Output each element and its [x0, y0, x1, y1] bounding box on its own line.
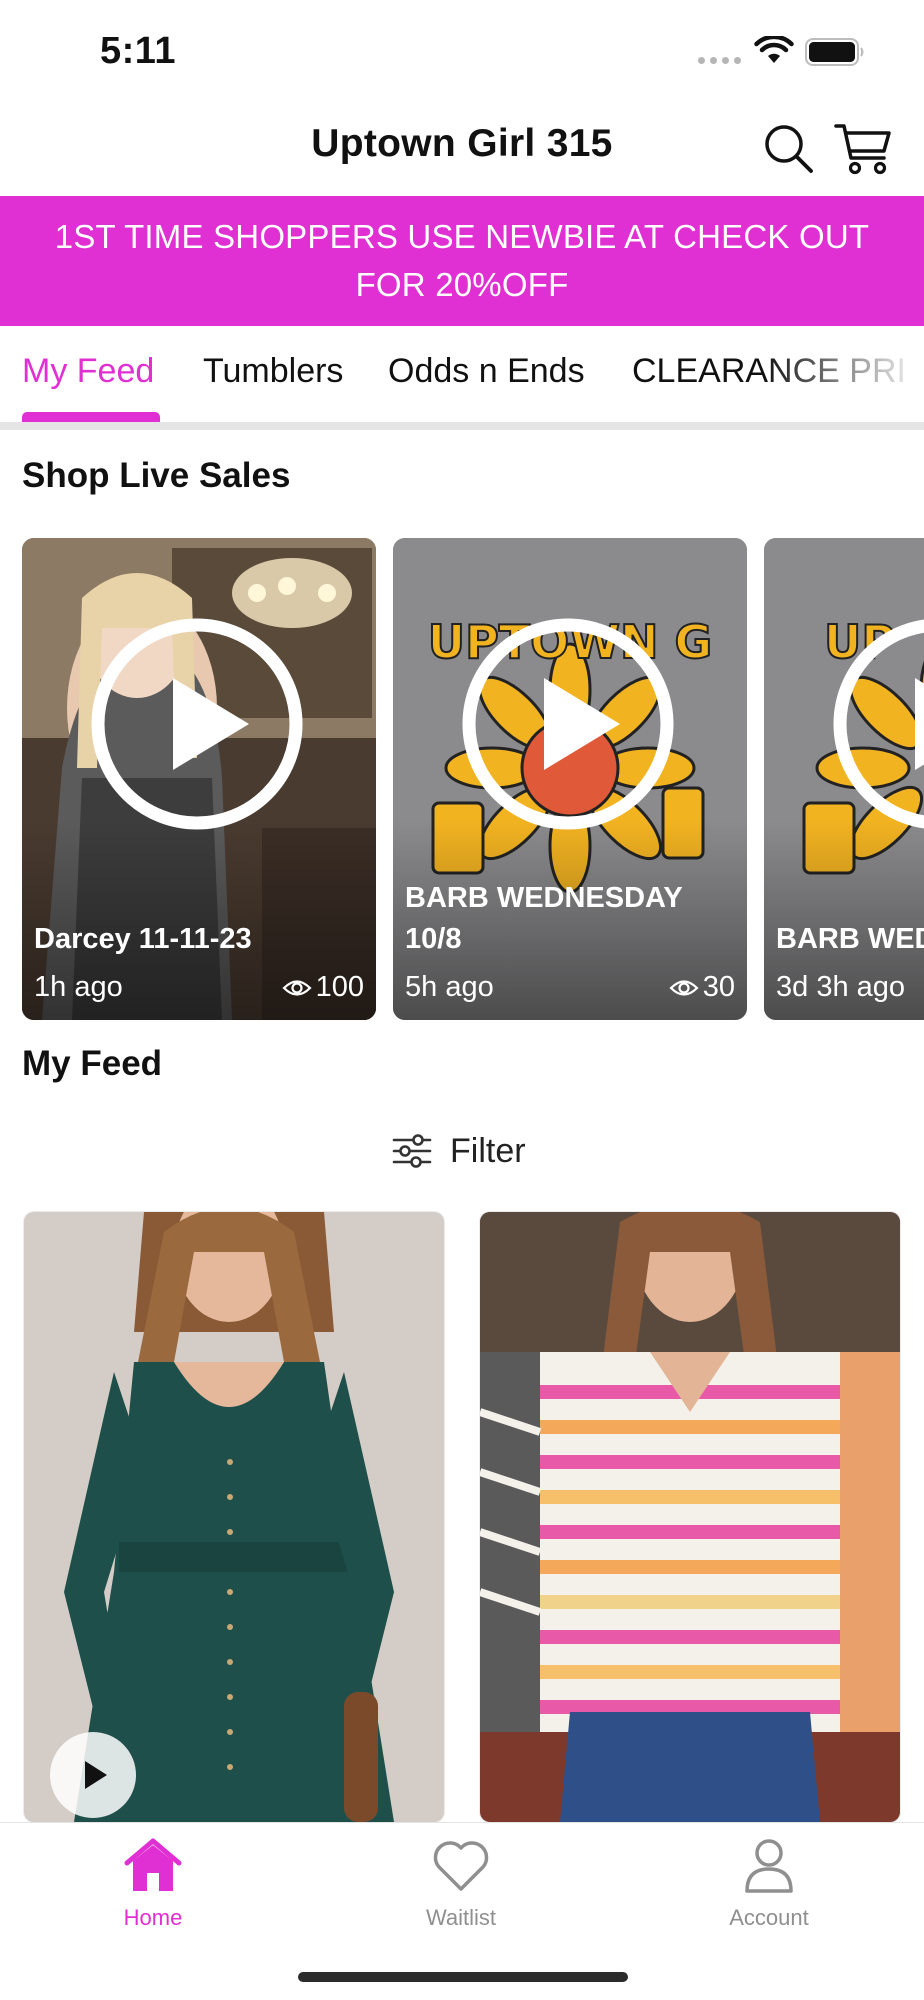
- live-sale-time: 3d 3h ago: [776, 971, 906, 1003]
- play-icon: [85, 1761, 107, 1789]
- live-sale-card[interactable]: UP BARB WEDNESDAY 10/8 3d 3h ago: [764, 538, 924, 1020]
- live-sale-time: 1h ago: [34, 971, 123, 1003]
- sliders-icon: [392, 1134, 432, 1168]
- cart-icon[interactable]: [834, 120, 892, 176]
- live-sale-views: 30: [669, 971, 735, 1004]
- heart-icon: [433, 1841, 489, 1891]
- filter-label: Filter: [450, 1131, 526, 1170]
- person-icon: [745, 1839, 793, 1893]
- promo-banner[interactable]: 1ST TIME SHOPPERS USE NEWBIE AT CHECK OU…: [0, 196, 924, 326]
- promo-text: 1ST TIME SHOPPERS USE NEWBIE AT CHECK OU…: [54, 218, 870, 303]
- live-sale-card[interactable]: UPTOWN G BARB WEDNESDAY 10/8 5h ago 30: [393, 538, 747, 1020]
- category-tabs: My Feed Tumblers Odds n Ends CLEARANCE P…: [0, 326, 924, 424]
- feed-heading: My Feed: [22, 1044, 163, 1083]
- status-bar: 5:11: [0, 0, 924, 100]
- product-photo: [480, 1212, 900, 1822]
- tab-my-feed[interactable]: My Feed: [22, 352, 154, 391]
- battery-icon: [805, 38, 864, 66]
- product-photo: [24, 1212, 444, 1822]
- filter-button[interactable]: Filter: [392, 1126, 526, 1176]
- video-badge[interactable]: [50, 1732, 136, 1818]
- live-sale-title: BARB WEDNESDAY 10/8: [405, 882, 683, 955]
- search-icon[interactable]: [762, 122, 814, 174]
- play-icon[interactable]: [89, 616, 305, 832]
- eye-icon: [669, 979, 699, 996]
- app-header: Uptown Girl 315: [0, 100, 924, 196]
- eye-icon: [282, 979, 312, 996]
- live-sale-card[interactable]: Darcey 11-11-23 1h ago 100: [22, 538, 376, 1020]
- tab-odds-n-ends[interactable]: Odds n Ends: [388, 352, 585, 391]
- product-card[interactable]: [480, 1212, 900, 1822]
- nav-label: Home: [123, 1905, 183, 1930]
- tab-tumblers[interactable]: Tumblers: [203, 352, 343, 391]
- nav-waitlist[interactable]: Waitlist: [381, 1835, 541, 1931]
- live-sale-title: BARB WEDNESDAY 10/8: [776, 923, 924, 955]
- live-sales-heading: Shop Live Sales: [22, 456, 291, 495]
- active-tab-indicator: [22, 412, 160, 422]
- nav-label: Waitlist: [425, 1905, 497, 1930]
- home-indicator: [298, 1972, 628, 1982]
- play-icon[interactable]: [831, 616, 924, 832]
- wifi-icon: [754, 36, 794, 63]
- live-sales-carousel: Darcey 11-11-23 1h ago 100 UPTOWN G BARB…: [0, 538, 924, 1020]
- signal-dots-icon: [698, 57, 741, 64]
- view-count: 100: [315, 971, 364, 1003]
- tabs-divider: [0, 422, 924, 430]
- nav-label: Account: [729, 1905, 809, 1930]
- product-card[interactable]: [24, 1212, 444, 1822]
- nav-account[interactable]: Account: [689, 1835, 849, 1931]
- play-icon[interactable]: [460, 616, 676, 832]
- status-time: 5:11: [100, 30, 176, 72]
- view-count: 30: [702, 971, 735, 1003]
- home-icon: [124, 1838, 182, 1891]
- live-sale-time: 5h ago: [405, 971, 494, 1003]
- live-sale-views: 100: [282, 971, 364, 1004]
- tab-clearance[interactable]: CLEARANCE PRI: [632, 352, 906, 391]
- live-sale-title: Darcey 11-11-23: [34, 923, 252, 955]
- nav-home[interactable]: Home: [73, 1835, 233, 1931]
